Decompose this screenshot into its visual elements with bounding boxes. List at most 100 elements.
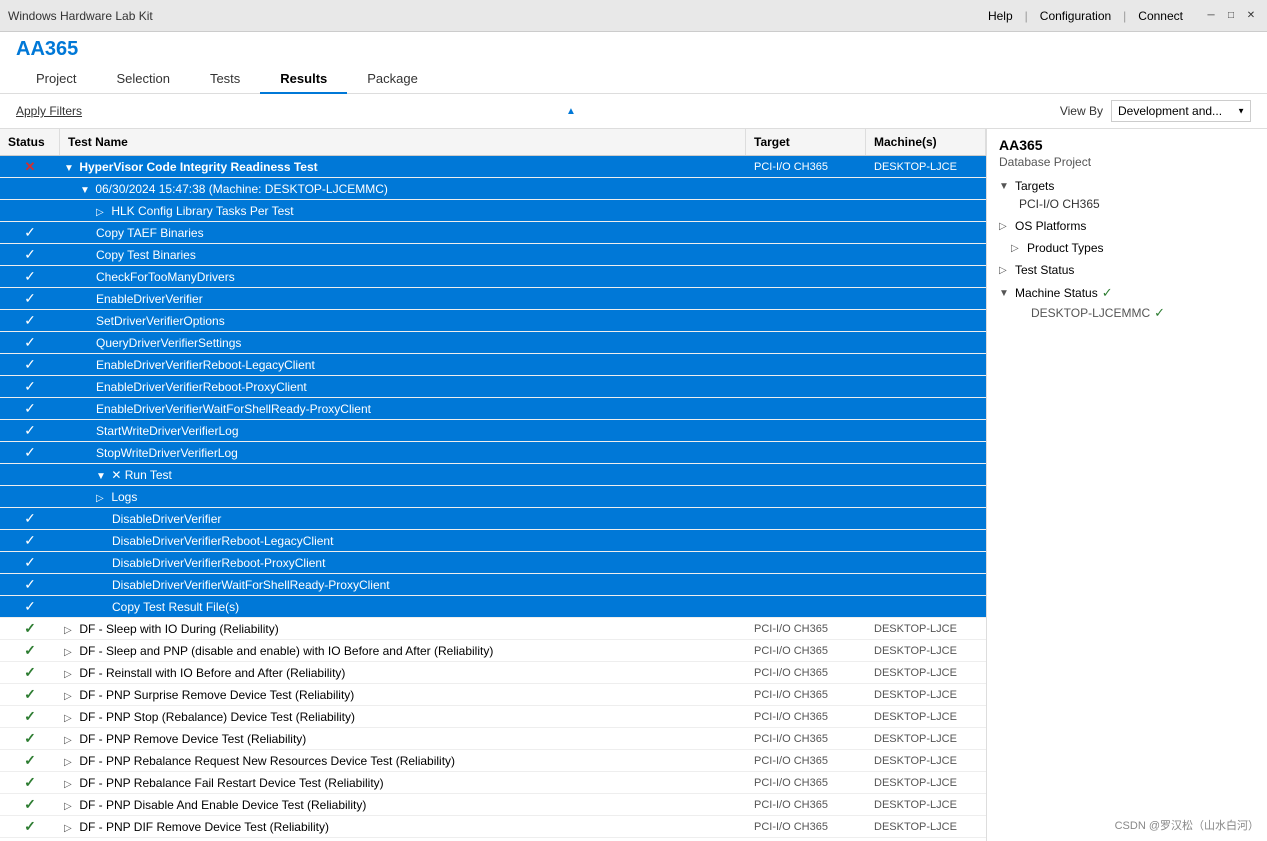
- expand-icon[interactable]: ▷: [64, 735, 76, 746]
- expand-icon[interactable]: ▷: [64, 779, 76, 790]
- table-row[interactable]: ✓ CheckForTooManyDrivers: [0, 266, 986, 288]
- table-row[interactable]: ✓ ▷ DF - PNP Rebalance Request New Resou…: [0, 750, 986, 772]
- table-row[interactable]: ✓ ▷ DF - Sleep with IO During (Reliabili…: [0, 618, 986, 640]
- table-row[interactable]: ✓ Copy TAEF Binaries: [0, 222, 986, 244]
- table-row[interactable]: ✓ ▷ DF - PNP Surprise Remove Device Test…: [0, 684, 986, 706]
- os-platforms-header[interactable]: ▷ OS Platforms: [999, 217, 1255, 235]
- expand-icon[interactable]: ▷: [64, 823, 76, 834]
- expand-icon[interactable]: ▷: [64, 801, 76, 812]
- expand-icon[interactable]: ▷: [64, 647, 76, 658]
- status-cell: [0, 495, 60, 499]
- target-cell: PCI-I/O CH365: [746, 665, 866, 681]
- expand-icon[interactable]: ▷: [96, 493, 108, 504]
- test-name-cell: ▷ DF - PNP DIF Remove Device Test (Relia…: [60, 818, 746, 836]
- expand-icon[interactable]: ▷: [64, 691, 76, 702]
- table-row[interactable]: ✓ StopWriteDriverVerifierLog: [0, 442, 986, 464]
- status-cell: ✓: [0, 816, 60, 837]
- expand-icon[interactable]: ▷: [64, 669, 76, 680]
- sidebar-section-targets: ▼ Targets PCI-I/O CH365: [999, 177, 1255, 213]
- status-cell: ✓: [0, 640, 60, 661]
- targets-label: Targets: [1015, 179, 1054, 193]
- minimize-button[interactable]: ─: [1203, 8, 1219, 24]
- expand-icon[interactable]: ▼: [64, 163, 76, 174]
- expand-icon[interactable]: ▷: [96, 207, 108, 218]
- status-cell: ✓: [0, 244, 60, 265]
- view-by-dropdown[interactable]: Development and...: [1111, 100, 1251, 122]
- configuration-link[interactable]: Configuration: [1040, 9, 1111, 23]
- help-link[interactable]: Help: [988, 9, 1013, 23]
- table-row[interactable]: ✓ SetDriverVerifierOptions: [0, 310, 986, 332]
- machine-status-header[interactable]: ▼ Machine Status ✓: [999, 283, 1255, 303]
- status-cell: ✓: [0, 266, 60, 287]
- tab-results[interactable]: Results: [260, 65, 347, 94]
- machine-status-check-icon: ✓: [1102, 285, 1113, 301]
- expand-icon[interactable]: ▼: [96, 471, 108, 482]
- table-header: Status Test Name Target Machine(s): [0, 129, 986, 156]
- tab-package[interactable]: Package: [347, 65, 438, 94]
- table-row[interactable]: ✓ ▷ DF - PNP Disable And Enable Device T…: [0, 794, 986, 816]
- tab-selection[interactable]: Selection: [96, 65, 189, 94]
- target-cell: PCI-I/O CH365: [746, 819, 866, 835]
- status-cell: ✕: [0, 157, 60, 177]
- table-row[interactable]: ✓ ▷ DF - PNP DIF Remove Device Test (Rel…: [0, 816, 986, 838]
- scroll-up-indicator[interactable]: ▲: [566, 106, 576, 117]
- tab-tests[interactable]: Tests: [190, 65, 260, 94]
- test-name-cell: Copy Test Binaries: [60, 246, 746, 264]
- table-row[interactable]: ✓ EnableDriverVerifierReboot-ProxyClient: [0, 376, 986, 398]
- status-cell: ✓: [0, 508, 60, 529]
- table-row[interactable]: ✓ DisableDriverVerifierWaitForShellReady…: [0, 574, 986, 596]
- table-row[interactable]: ✓ DisableDriverVerifierReboot-ProxyClien…: [0, 552, 986, 574]
- table-row[interactable]: ✓ EnableDriverVerifierReboot-LegacyClien…: [0, 354, 986, 376]
- table-row[interactable]: ✓ ▷ DF - Sleep and PNP (disable and enab…: [0, 640, 986, 662]
- close-button[interactable]: ✕: [1243, 8, 1259, 24]
- test-name-cell: EnableDriverVerifierReboot-LegacyClient: [60, 356, 746, 374]
- targets-header[interactable]: ▼ Targets: [999, 177, 1255, 195]
- table-row[interactable]: ✓ EnableDriverVerifierWaitForShellReady-…: [0, 398, 986, 420]
- table-row[interactable]: ✓ Copy Test Binaries: [0, 244, 986, 266]
- pass-icon: ✓: [24, 818, 36, 835]
- expand-icon[interactable]: ▷: [64, 757, 76, 768]
- pass-icon: ✓: [24, 752, 36, 769]
- apply-filters-button[interactable]: Apply Filters: [16, 104, 82, 118]
- table-row[interactable]: ✓ ▷ DF - PNP Rebalance Fail Restart Devi…: [0, 772, 986, 794]
- table-row[interactable]: ✓ StartWriteDriverVerifierLog: [0, 420, 986, 442]
- title-bar-actions: Help | Configuration | Connect ─ □ ✕: [988, 8, 1259, 24]
- table-row[interactable]: ▼ 06/30/2024 15:47:38 (Machine: DESKTOP-…: [0, 178, 986, 200]
- table-row[interactable]: ✓ QueryDriverVerifierSettings: [0, 332, 986, 354]
- watermark: CSDN @罗汉松（山水白河）: [1115, 817, 1259, 833]
- col-status: Status: [0, 129, 60, 155]
- sidebar: AA365 Database Project ▼ Targets PCI-I/O…: [987, 129, 1267, 841]
- status-cell: ✓: [0, 288, 60, 309]
- expand-icon[interactable]: ▷: [64, 625, 76, 636]
- col-machines: Machine(s): [866, 129, 986, 155]
- table-row[interactable]: ✓ Copy Test Result File(s): [0, 596, 986, 618]
- table-row[interactable]: ✓ ▷ DF - Reinstall with IO Before and Af…: [0, 662, 986, 684]
- status-cell: [0, 209, 60, 213]
- table-row[interactable]: ✓ EnableDriverVerifier: [0, 288, 986, 310]
- table-row[interactable]: ▷ Logs: [0, 486, 986, 508]
- table-row[interactable]: ✕ ▼ HyperVisor Code Integrity Readiness …: [0, 156, 986, 178]
- table-row[interactable]: ▷ HLK Config Library Tasks Per Test: [0, 200, 986, 222]
- sidebar-machine-item[interactable]: DESKTOP-LJCEMMC ✓: [999, 303, 1255, 323]
- test-name-cell: ▼ ✕ Run Test: [60, 466, 746, 484]
- expand-icon[interactable]: ▼: [80, 185, 92, 196]
- table-row[interactable]: ✓ ▷ DF - PNP Stop (Rebalance) Device Tes…: [0, 706, 986, 728]
- restore-button[interactable]: □: [1223, 8, 1239, 24]
- table-row[interactable]: ✓ ▷ DF - PNP Remove Device Test (Reliabi…: [0, 728, 986, 750]
- product-types-header[interactable]: ▷ Product Types: [999, 239, 1255, 257]
- connect-link[interactable]: Connect: [1138, 9, 1183, 23]
- expand-icon[interactable]: ▷: [64, 713, 76, 724]
- tab-project[interactable]: Project: [16, 65, 96, 94]
- table-row[interactable]: ✓ DisableDriverVerifier: [0, 508, 986, 530]
- target-cell: PCI-I/O CH365: [746, 159, 866, 175]
- app-title: Windows Hardware Lab Kit: [8, 9, 153, 23]
- machine-cell: DESKTOP-LJCE: [866, 753, 986, 769]
- table-row[interactable]: ✓ DisableDriverVerifierReboot-LegacyClie…: [0, 530, 986, 552]
- test-status-header[interactable]: ▷ Test Status: [999, 261, 1255, 279]
- table-row[interactable]: ▼ ✕ Run Test: [0, 464, 986, 486]
- toolbar: Apply Filters ▲ View By Development and.…: [0, 94, 1267, 129]
- targets-expand-icon: ▼: [999, 181, 1011, 192]
- machine-status-expand-icon: ▼: [999, 288, 1011, 299]
- pass-icon: ✓: [24, 708, 36, 725]
- target-cell: PCI-I/O CH365: [746, 775, 866, 791]
